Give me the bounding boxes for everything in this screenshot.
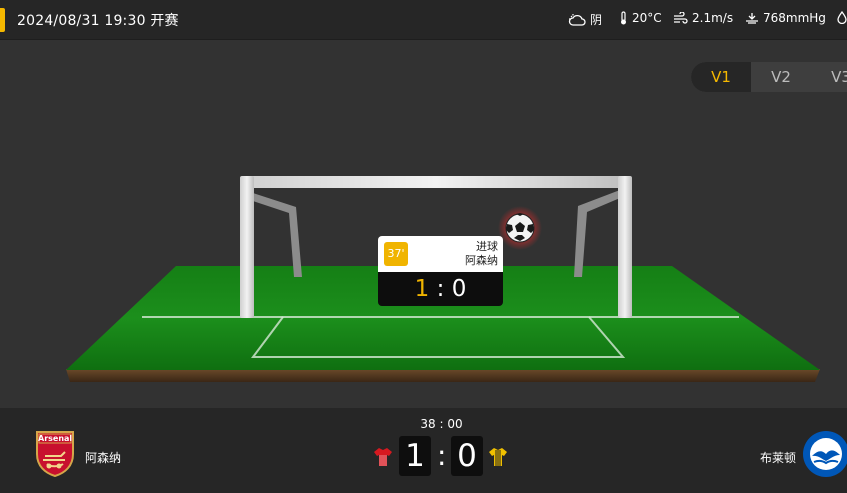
- header-accent: [0, 8, 5, 32]
- weather: 阴: [568, 11, 602, 28]
- goal-event-popup: 37' 进球 阿森纳 1 : 0: [378, 236, 503, 306]
- tab-v3[interactable]: V3: [811, 62, 847, 92]
- event-popup-header: 37' 进球 阿森纳: [378, 236, 503, 272]
- away-team-badge: [803, 431, 847, 477]
- event-info: 进球 阿森纳: [465, 240, 498, 268]
- event-score-separator: :: [436, 276, 445, 302]
- temperature: 20°C: [619, 11, 662, 25]
- kickoff-time: 2024/08/31 19:30 开赛: [17, 13, 179, 29]
- goal-post-right: [618, 176, 632, 318]
- pressure-value: 768mmHg: [763, 11, 826, 25]
- goal-back-post-left: [253, 193, 302, 277]
- tab-v1[interactable]: V1: [691, 62, 751, 92]
- tab-v2[interactable]: V2: [751, 62, 811, 92]
- wind-value: 2.1m/s: [692, 11, 734, 25]
- event-team: 阿森纳: [465, 254, 498, 267]
- view-switcher: V1 V2 V3: [691, 62, 847, 92]
- pressure-icon: [746, 13, 758, 24]
- home-team-name: 阿森纳: [85, 451, 122, 465]
- temperature-value: 20°C: [632, 11, 662, 25]
- thermometer-icon: [621, 11, 626, 25]
- away-score: 0: [451, 436, 483, 476]
- home-score: 1: [399, 436, 431, 476]
- cloudy-icon: [568, 13, 586, 26]
- away-team-name: 布莱顿: [760, 451, 797, 465]
- goal-crossbar: [240, 176, 632, 188]
- match-clock: 38 : 00: [420, 417, 463, 431]
- scoreboard-bar: 38 : 00 Arsenal 阿森纳 1 : 0 布莱顿: [0, 408, 847, 493]
- goal-post-left: [240, 176, 254, 318]
- match-live-view: 2024/08/31 19:30 开赛 阴 20°C 2.1m/s 768mmH…: [0, 0, 847, 493]
- pressure: 768mmHg: [745, 11, 826, 25]
- drop-icon: [837, 11, 847, 24]
- score-separator: :: [437, 439, 447, 472]
- wind-icon: [674, 11, 688, 24]
- event-minute-badge: 37': [384, 242, 408, 266]
- ball-icon: [505, 213, 535, 243]
- humidity: [837, 11, 847, 24]
- weather-label: 阴: [590, 13, 603, 27]
- home-kit-icon: [374, 448, 392, 466]
- event-away-score: 0: [451, 276, 467, 302]
- event-score: 1 : 0: [378, 272, 503, 306]
- pitch-soil: [66, 369, 820, 382]
- event-home-score: 1: [414, 276, 430, 302]
- goal-back-post-right: [574, 190, 620, 277]
- away-kit-icon: [489, 448, 507, 466]
- home-badge-text: Arsenal: [38, 434, 73, 443]
- header-bar: 2024/08/31 19:30 开赛 阴 20°C 2.1m/s 768mmH…: [0, 0, 847, 40]
- event-type: 进球: [476, 240, 498, 253]
- wind: 2.1m/s: [673, 11, 733, 25]
